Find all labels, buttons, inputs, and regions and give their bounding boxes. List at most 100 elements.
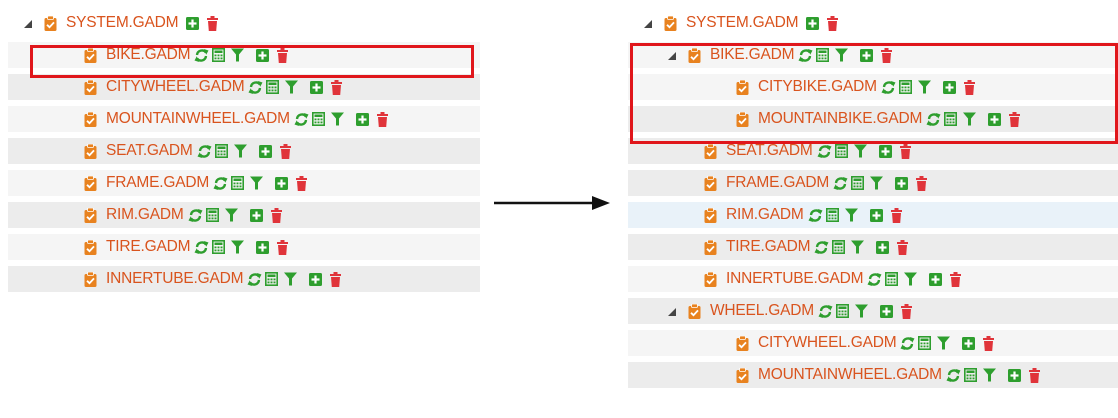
refresh-icon[interactable] xyxy=(194,240,209,255)
trash-icon[interactable] xyxy=(890,207,902,223)
plus-square-icon[interactable] xyxy=(355,112,369,126)
tree-node[interactable]: BIKE.GADM xyxy=(8,42,480,68)
refresh-icon[interactable] xyxy=(247,272,262,287)
trash-icon[interactable] xyxy=(279,143,291,159)
plus-square-icon[interactable] xyxy=(962,336,976,350)
plus-square-icon[interactable] xyxy=(275,176,289,190)
calculator-icon[interactable] xyxy=(265,272,279,286)
calculator-icon[interactable] xyxy=(834,144,848,158)
trash-icon[interactable] xyxy=(897,239,909,255)
plus-square-icon[interactable] xyxy=(806,16,820,30)
refresh-icon[interactable] xyxy=(814,240,829,255)
caret-expanded-icon[interactable] xyxy=(24,20,32,28)
filter-icon[interactable] xyxy=(330,112,344,126)
calculator-icon[interactable] xyxy=(832,240,846,254)
refresh-icon[interactable] xyxy=(197,144,212,159)
tree-node-child[interactable]: CITYBIKE.GADM xyxy=(628,74,1118,100)
plus-square-icon[interactable] xyxy=(895,176,909,190)
calculator-icon[interactable] xyxy=(214,144,228,158)
tree-node[interactable]: TIRE.GADM xyxy=(8,234,480,260)
tree-node-root[interactable]: SYSTEM.GADM xyxy=(8,10,480,36)
trash-icon[interactable] xyxy=(827,15,839,31)
calculator-icon[interactable] xyxy=(311,112,325,126)
plus-square-icon[interactable] xyxy=(256,240,270,254)
calculator-icon[interactable] xyxy=(944,112,958,126)
filter-icon[interactable] xyxy=(250,176,264,190)
filter-icon[interactable] xyxy=(284,272,298,286)
refresh-icon[interactable] xyxy=(926,112,941,127)
filter-icon[interactable] xyxy=(851,240,865,254)
filter-icon[interactable] xyxy=(937,336,951,350)
tree-node[interactable]: TIRE.GADM xyxy=(628,234,1118,260)
trash-icon[interactable] xyxy=(1028,367,1040,383)
filter-icon[interactable] xyxy=(835,48,849,62)
plus-square-icon[interactable] xyxy=(309,272,323,286)
plus-square-icon[interactable] xyxy=(249,208,263,222)
calculator-icon[interactable] xyxy=(212,48,226,62)
refresh-icon[interactable] xyxy=(818,304,833,319)
refresh-icon[interactable] xyxy=(867,272,882,287)
trash-icon[interactable] xyxy=(1009,111,1021,127)
tree-node[interactable]: INNERTUBE.GADM xyxy=(628,266,1118,292)
refresh-icon[interactable] xyxy=(194,48,209,63)
plus-square-icon[interactable] xyxy=(186,16,200,30)
filter-icon[interactable] xyxy=(870,176,884,190)
calculator-icon[interactable] xyxy=(816,48,830,62)
plus-square-icon[interactable] xyxy=(929,272,943,286)
tree-node[interactable]: INNERTUBE.GADM xyxy=(8,266,480,292)
trash-icon[interactable] xyxy=(277,47,289,63)
filter-icon[interactable] xyxy=(854,304,868,318)
plus-square-icon[interactable] xyxy=(258,144,272,158)
plus-square-icon[interactable] xyxy=(988,112,1002,126)
filter-icon[interactable] xyxy=(844,208,858,222)
tree-node[interactable]: BIKE.GADM xyxy=(628,42,1118,68)
caret-expanded-icon[interactable] xyxy=(668,308,676,316)
tree-node[interactable]: FRAME.GADM xyxy=(8,170,480,196)
refresh-icon[interactable] xyxy=(248,80,263,95)
trash-icon[interactable] xyxy=(916,175,928,191)
caret-expanded-icon[interactable] xyxy=(668,52,676,60)
trash-icon[interactable] xyxy=(963,79,975,95)
refresh-icon[interactable] xyxy=(294,112,309,127)
trash-icon[interactable] xyxy=(881,47,893,63)
tree-node-child[interactable]: MOUNTAINWHEEL.GADM xyxy=(628,362,1118,388)
plus-square-icon[interactable] xyxy=(1007,368,1021,382)
tree-node[interactable]: RIM.GADM xyxy=(8,202,480,228)
plus-square-icon[interactable] xyxy=(942,80,956,94)
refresh-icon[interactable] xyxy=(946,368,961,383)
tree-node[interactable]: MOUNTAINWHEEL.GADM xyxy=(8,106,480,132)
trash-icon[interactable] xyxy=(900,303,912,319)
trash-icon[interactable] xyxy=(899,143,911,159)
plus-square-icon[interactable] xyxy=(876,240,890,254)
filter-icon[interactable] xyxy=(904,272,918,286)
tree-node[interactable]: SEAT.GADM xyxy=(628,138,1118,164)
refresh-icon[interactable] xyxy=(808,208,823,223)
calculator-icon[interactable] xyxy=(205,208,219,222)
plus-square-icon[interactable] xyxy=(256,48,270,62)
filter-icon[interactable] xyxy=(224,208,238,222)
refresh-icon[interactable] xyxy=(900,336,915,351)
filter-icon[interactable] xyxy=(285,80,299,94)
filter-icon[interactable] xyxy=(982,368,996,382)
calculator-icon[interactable] xyxy=(825,208,839,222)
calculator-icon[interactable] xyxy=(266,80,280,94)
calculator-icon[interactable] xyxy=(918,336,932,350)
refresh-icon[interactable] xyxy=(798,48,813,63)
trash-icon[interactable] xyxy=(950,271,962,287)
trash-icon[interactable] xyxy=(983,335,995,351)
tree-node[interactable]: CITYWHEEL.GADM xyxy=(8,74,480,100)
tree-node[interactable]: RIM.GADM xyxy=(628,202,1118,228)
refresh-icon[interactable] xyxy=(188,208,203,223)
tree-node-child[interactable]: MOUNTAINBIKE.GADM xyxy=(628,106,1118,132)
calculator-icon[interactable] xyxy=(898,80,912,94)
tree-node[interactable]: WHEEL.GADM xyxy=(628,298,1118,324)
calculator-icon[interactable] xyxy=(231,176,245,190)
calculator-icon[interactable] xyxy=(212,240,226,254)
filter-icon[interactable] xyxy=(963,112,977,126)
calculator-icon[interactable] xyxy=(885,272,899,286)
tree-node[interactable]: SEAT.GADM xyxy=(8,138,480,164)
refresh-icon[interactable] xyxy=(833,176,848,191)
tree-node[interactable]: FRAME.GADM xyxy=(628,170,1118,196)
refresh-icon[interactable] xyxy=(213,176,228,191)
plus-square-icon[interactable] xyxy=(879,304,893,318)
